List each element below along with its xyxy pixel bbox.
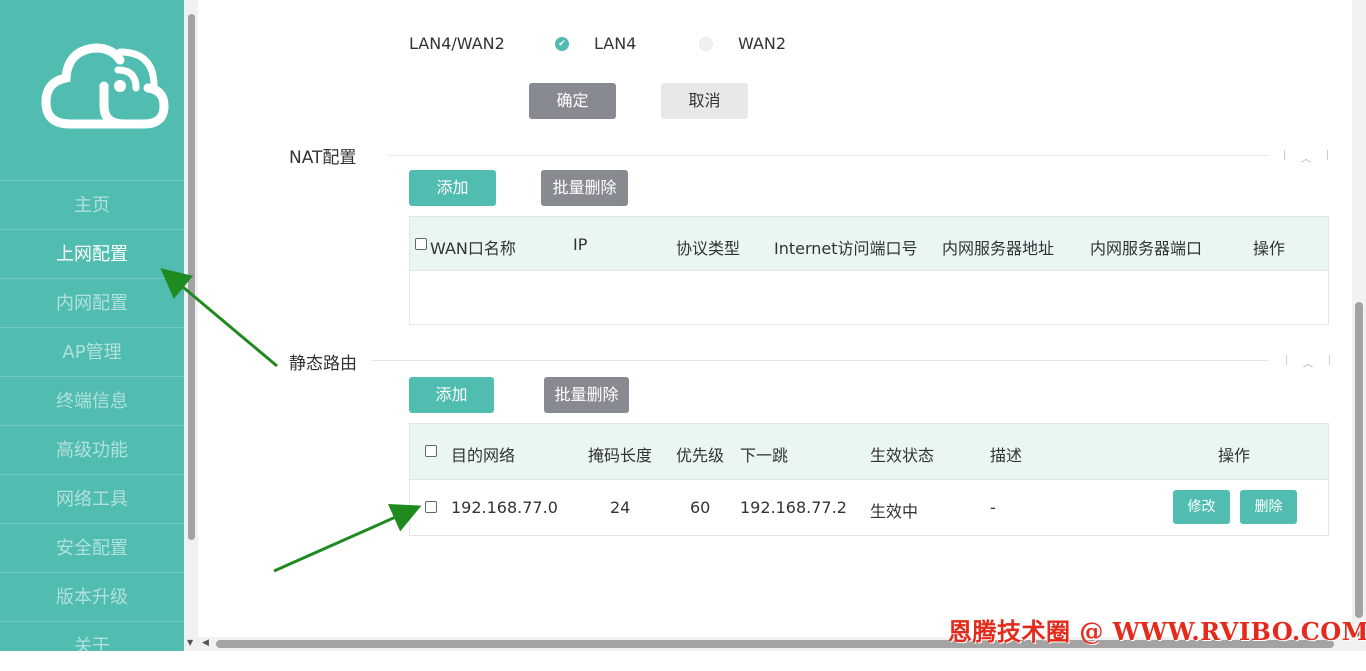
nat-batch-delete-button[interactable]: 批量删除 bbox=[541, 170, 628, 206]
sidebar-item-network-tools[interactable]: 网络工具 bbox=[0, 474, 184, 523]
route-row-next-hop: 192.168.77.2 bbox=[740, 498, 847, 517]
page-scrollbar[interactable]: ▼ bbox=[1352, 0, 1366, 640]
sidebar-menu: 主页 上网配置 内网配置 AP管理 终端信息 高级功能 网络工具 安全配置 版本… bbox=[0, 180, 184, 670]
nat-col-ip: IP bbox=[573, 235, 588, 254]
nat-col-protocol: 协议类型 bbox=[676, 239, 741, 258]
route-col-destination: 目的网络 bbox=[451, 446, 516, 465]
route-col-next-hop: 下一跳 bbox=[740, 446, 789, 465]
cloud-wifi-logo-icon bbox=[41, 43, 169, 129]
scroll-down-arrow-icon[interactable]: ▼ bbox=[187, 638, 193, 647]
radio-wan2[interactable] bbox=[699, 37, 713, 51]
sidebar: 主页 上网配置 内网配置 AP管理 终端信息 高级功能 网络工具 安全配置 版本… bbox=[0, 0, 184, 657]
sidebar-item-security[interactable]: 安全配置 bbox=[0, 523, 184, 572]
route-row-description: - bbox=[990, 498, 996, 517]
route-row-mask: 24 bbox=[610, 498, 631, 517]
sidebar-item-home[interactable]: 主页 bbox=[0, 180, 184, 229]
nat-select-all-checkbox[interactable] bbox=[415, 238, 427, 250]
route-delete-button[interactable]: 删除 bbox=[1240, 490, 1297, 524]
route-edit-button[interactable]: 修改 bbox=[1173, 490, 1230, 524]
chevron-up-icon: ︿ bbox=[1303, 359, 1313, 370]
route-batch-delete-button[interactable]: 批量删除 bbox=[544, 377, 629, 413]
sidebar-item-lan-config[interactable]: 内网配置 bbox=[0, 278, 184, 327]
static-route-table: 目的网络 掩码长度 优先级 下一跳 生效状态 描述 操作 192.168.77.… bbox=[409, 423, 1329, 536]
nat-section-divider bbox=[389, 155, 1269, 156]
nat-table-header: WAN口名称 IP 协议类型 Internet访问端口号 内网服务器地址 内网服… bbox=[410, 217, 1328, 271]
static-route-table-header: 目的网络 掩码长度 优先级 下一跳 生效状态 描述 操作 bbox=[410, 424, 1328, 480]
sidebar-item-advanced[interactable]: 高级功能 bbox=[0, 425, 184, 474]
nat-table-empty-body bbox=[410, 271, 1328, 325]
route-col-actions: 操作 bbox=[1218, 446, 1251, 465]
static-route-section-title: 静态路由 bbox=[289, 354, 357, 374]
radio-lan4-checked-icon[interactable]: ✔ bbox=[555, 37, 569, 51]
nat-col-internet-port: Internet访问端口号 bbox=[774, 239, 918, 258]
table-row: 192.168.77.0 24 60 192.168.77.2 生效中 - 修改… bbox=[410, 480, 1328, 536]
sidebar-item-about[interactable]: 关于 bbox=[0, 621, 184, 670]
nat-collapse-toggle[interactable]: ︿ bbox=[1284, 150, 1328, 165]
nat-add-button[interactable]: 添加 bbox=[409, 170, 496, 206]
route-col-mask-length: 掩码长度 bbox=[588, 446, 653, 465]
scroll-left-arrow-icon[interactable]: ◀ bbox=[202, 638, 209, 648]
nat-table: WAN口名称 IP 协议类型 Internet访问端口号 内网服务器地址 内网服… bbox=[409, 216, 1329, 325]
confirm-button[interactable]: 确定 bbox=[529, 83, 616, 119]
sidebar-scrollbar-thumb[interactable] bbox=[188, 14, 195, 540]
route-col-description: 描述 bbox=[990, 446, 1023, 465]
route-col-priority: 优先级 bbox=[676, 446, 725, 465]
main-content: LAN4/WAN2 ✔ LAN4 WAN2 确定 取消 NAT配置 ︿ 添加 批… bbox=[198, 0, 1352, 640]
radio-option-wan2[interactable]: WAN2 bbox=[738, 34, 786, 53]
static-route-section-divider bbox=[371, 360, 1269, 361]
page-scrollbar-thumb[interactable] bbox=[1355, 302, 1363, 618]
radio-option-lan4[interactable]: LAN4 bbox=[594, 34, 636, 53]
sidebar-item-upgrade[interactable]: 版本升级 bbox=[0, 572, 184, 621]
route-row-checkbox[interactable] bbox=[425, 501, 437, 513]
route-row-priority: 60 bbox=[690, 498, 711, 517]
route-row-destination: 192.168.77.0 bbox=[451, 498, 558, 517]
nat-col-wan-name: WAN口名称 bbox=[430, 239, 516, 258]
route-col-status: 生效状态 bbox=[870, 446, 935, 465]
nat-col-lan-server-port: 内网服务器端口 bbox=[1090, 239, 1203, 258]
watermark: 恩腾技术圈 @ WWW.RVIBO.COM bbox=[948, 617, 1366, 646]
route-add-button[interactable]: 添加 bbox=[409, 377, 494, 413]
sidebar-item-client-info[interactable]: 终端信息 bbox=[0, 376, 184, 425]
port-mode-label: LAN4/WAN2 bbox=[409, 34, 505, 53]
nat-col-lan-server-addr: 内网服务器地址 bbox=[942, 239, 1055, 258]
sidebar-scrollbar[interactable]: ▼ bbox=[184, 0, 198, 651]
route-select-all-checkbox[interactable] bbox=[425, 445, 437, 457]
sidebar-item-ap-management[interactable]: AP管理 bbox=[0, 327, 184, 376]
nat-section-title: NAT配置 bbox=[289, 148, 357, 168]
route-row-status: 生效中 bbox=[870, 502, 919, 521]
static-route-collapse-toggle[interactable]: ︿ bbox=[1286, 355, 1330, 370]
nat-col-actions: 操作 bbox=[1253, 239, 1286, 258]
sidebar-item-internet-config[interactable]: 上网配置 bbox=[0, 229, 184, 278]
cancel-button[interactable]: 取消 bbox=[661, 83, 748, 119]
chevron-up-icon: ︿ bbox=[1301, 154, 1311, 165]
